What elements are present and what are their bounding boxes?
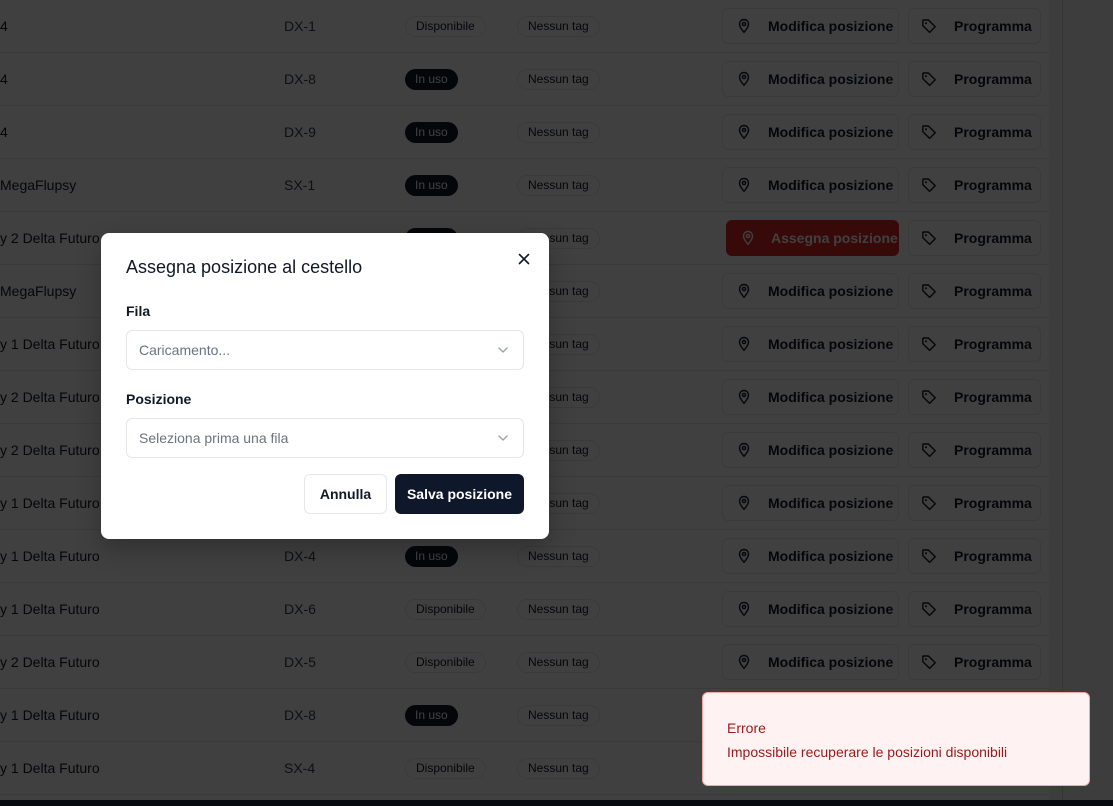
dialog-title: Assegna posizione al cestello: [126, 257, 363, 277]
save-position-button[interactable]: Salva posizione: [395, 474, 524, 514]
position-field-label: Posizione: [126, 391, 192, 407]
error-toast[interactable]: Errore Impossibile recuperare le posizio…: [702, 692, 1090, 786]
chevron-down-icon: [498, 347, 508, 353]
toast-title: Errore: [727, 720, 766, 736]
assign-position-dialog: Assegna posizione al cestello Fila Caric…: [101, 233, 549, 539]
position-select-value: Seleziona prima una fila: [139, 430, 289, 446]
cancel-button[interactable]: Annulla: [304, 474, 387, 514]
row-select[interactable]: Caricamento...: [126, 330, 524, 370]
row-field-label: Fila: [126, 303, 151, 319]
toast-message: Impossibile recuperare le posizioni disp…: [727, 744, 1008, 760]
position-select[interactable]: Seleziona prima una fila: [126, 418, 524, 458]
close-icon[interactable]: [516, 251, 532, 267]
chevron-down-icon: [498, 435, 508, 441]
row-select-value: Caricamento...: [139, 342, 231, 358]
